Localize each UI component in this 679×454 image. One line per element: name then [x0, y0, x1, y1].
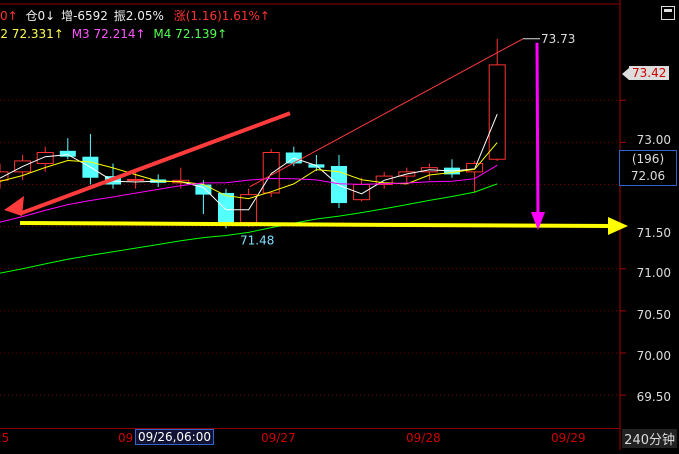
red-arrow-head-icon [4, 196, 24, 216]
crosshair-date: 09/26,06:00 [135, 429, 214, 445]
yellow-arrow-head-icon [608, 217, 628, 235]
position-value: 仓0↓ [25, 9, 56, 23]
amplitude-value: 振2.05% [113, 9, 164, 23]
candlestick-chart[interactable]: 73.00 71.50 71.00 70.50 70.00 69.50 73.73 71.48 [0, 0, 679, 450]
candle-body [59, 150, 76, 157]
price-plot[interactable]: 73.00 71.50 71.00 70.50 70.00 69.50 73.73 71.48 [0, 0, 679, 450]
quote-header: 0↑ 仓0↓ 增-6592 振2.05% 涨(1.16)1.61%↑ [0, 7, 270, 24]
y-tick-label: 69.50 [637, 390, 671, 404]
time-tick-left: 25 [0, 431, 10, 445]
volume-count: (196) [631, 152, 665, 166]
period-selector[interactable]: 240分钟 [622, 429, 677, 448]
time-tick-2: 09/27 [261, 431, 296, 445]
y-tick-label: 70.50 [637, 308, 671, 322]
volume-price: 72.06 [630, 169, 666, 183]
time-tick-1: 09 [118, 431, 134, 445]
candle-body [127, 178, 145, 181]
current-price-tag: 73.42 [622, 66, 676, 80]
time-tick-4: 09/29 [551, 431, 586, 445]
time-tick-3: 09/28 [406, 431, 441, 445]
candle-body [488, 64, 506, 160]
increase-value: 增-6592 [61, 9, 108, 23]
yellow-arrow-shaft [19, 221, 613, 228]
ma-m4: M4 72.139↑ [153, 27, 228, 41]
y-tick-label: 70.00 [637, 349, 671, 363]
candle-body [218, 192, 234, 225]
candle-body [262, 151, 280, 194]
ma-m2: M2 72.331↑ [0, 27, 64, 41]
high-label: 73.73 [541, 32, 575, 46]
low-label: 71.48 [240, 233, 274, 247]
current-price-arrow-icon [622, 67, 629, 80]
volume-box: (196) 72.06 [619, 150, 677, 186]
header-prefix: 0↑ [0, 9, 18, 23]
maximize-icon[interactable] [661, 6, 675, 20]
y-tick-label: 71.50 [637, 226, 671, 240]
ma-legend: M2 72.331↑ M3 72.214↑ M4 72.139↑ [0, 27, 227, 41]
ma-m3: M3 72.214↑ [71, 27, 146, 41]
y-tick-label: 73.00 [637, 133, 671, 147]
magenta-arrow-shaft [535, 42, 540, 221]
change-value: 涨(1.16)1.61%↑ [173, 9, 270, 23]
candle-body [36, 151, 54, 164]
current-price-value: 73.42 [629, 66, 670, 80]
time-axis [0, 428, 620, 451]
y-tick-label: 71.00 [637, 266, 671, 280]
